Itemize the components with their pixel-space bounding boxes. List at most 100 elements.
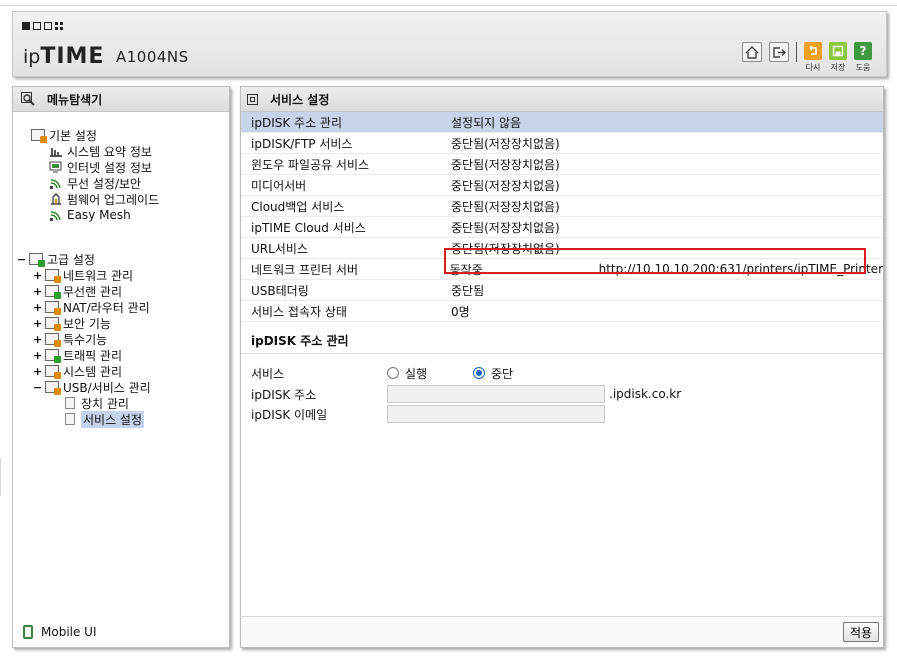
tree-item-nat[interactable]: + NAT/라우터 관리 [33, 299, 150, 315]
phone-icon [23, 625, 33, 639]
tree-item-system[interactable]: + 시스템 관리 [33, 363, 122, 379]
radio-run-label: 실행 [405, 366, 428, 381]
row-name: 미디어서버 [251, 178, 307, 193]
tree-item-device-manage[interactable]: 장치 관리 [65, 395, 129, 411]
tree-item-label: 시스템 요약 정보 [67, 144, 152, 159]
mesh-icon [49, 209, 63, 221]
tree-item-label: 무선랜 관리 [63, 284, 123, 299]
expand-icon[interactable]: + [33, 365, 42, 378]
expand-icon[interactable]: + [33, 301, 42, 314]
collapse-icon[interactable]: − [33, 381, 42, 394]
ipdisk-email-input[interactable] [387, 405, 605, 423]
folder-icon [29, 253, 45, 267]
radio-stop[interactable]: 중단 [473, 365, 513, 382]
tree-basic-settings[interactable]: 기본 설정 [31, 127, 97, 143]
table-row[interactable]: 윈도우 파일공유 서비스 중단됨(저장장치없음) [241, 154, 883, 175]
tree-basic-label: 기본 설정 [49, 128, 97, 143]
table-row[interactable]: ipDISK 주소 관리 설정되지 않음 [241, 112, 883, 133]
row-status: 중단됨(저장장치없음) [451, 136, 560, 151]
tree-item-system-summary[interactable]: 시스템 요약 정보 [49, 143, 152, 159]
row-status: 중단됨(저장장치없음) [451, 178, 560, 193]
tree-advanced-settings[interactable]: − 고급 설정 [17, 251, 95, 267]
menu-explorer-header: 메뉴탐색기 [13, 87, 229, 112]
radio-run[interactable]: 실행 [387, 365, 473, 382]
action-bar: 적용 [241, 616, 883, 647]
row-name: USB테더링 [251, 283, 309, 298]
tree-item-label: Easy Mesh [67, 208, 131, 222]
collapse-icon[interactable]: − [17, 253, 26, 266]
ipdisk-address-input[interactable] [387, 385, 605, 403]
tree-item-traffic[interactable]: + 트래픽 관리 [33, 347, 122, 363]
service-settings-header: 서비스 설정 [241, 87, 883, 112]
tree-advanced-label: 고급 설정 [47, 252, 95, 267]
save-button[interactable]: 저장 [829, 42, 847, 73]
network-icon [45, 269, 61, 283]
tree-item-wireless[interactable]: 무선 설정/보안 [49, 175, 141, 191]
save-icon [829, 42, 847, 60]
tree-item-service-settings[interactable]: 서비스 설정 [65, 410, 145, 428]
row-name: 네트워크 프린터 서버 [251, 262, 358, 277]
tree-item-easy-mesh[interactable]: Easy Mesh [49, 207, 131, 223]
expand-icon[interactable]: + [33, 333, 42, 346]
undo-button[interactable]: 다시 [804, 42, 822, 73]
tree-item-label-selected: 서비스 설정 [81, 410, 145, 428]
table-row[interactable]: 서비스 접속자 상태 0명 [241, 301, 883, 322]
monitor-icon [49, 161, 63, 173]
save-label: 저장 [830, 63, 846, 72]
help-icon: ? [854, 42, 872, 60]
brand-logo: ipTIME [23, 44, 104, 69]
logout-icon [773, 46, 786, 58]
expand-icon[interactable]: + [33, 317, 42, 330]
tree-item-label: 무선 설정/보안 [67, 176, 142, 191]
tree-item-security[interactable]: + 보안 기능 [33, 315, 111, 331]
window-icon [247, 93, 258, 105]
help-label: 도움 [855, 63, 871, 72]
tree-item-wlan[interactable]: + 무선랜 관리 [33, 283, 122, 299]
window-squares-icon [22, 22, 63, 30]
tree-item-label: USB/서비스 관리 [63, 380, 151, 395]
table-row[interactable]: USB테더링 중단됨 [241, 280, 883, 301]
home-button[interactable] [742, 42, 762, 62]
expand-icon[interactable]: + [33, 285, 42, 298]
expand-icon[interactable]: + [33, 349, 42, 362]
tree-item-label: 트래픽 관리 [63, 348, 123, 363]
mobile-ui-label: Mobile UI [41, 625, 97, 639]
tree-item-network[interactable]: + 네트워크 관리 [33, 267, 133, 283]
menu-explorer-panel: 메뉴탐색기 기본 설정 시스템 요약 정보 인터넷 설정 정보 무선 설정/보안… [12, 86, 230, 648]
tree-item-internet-info[interactable]: 인터넷 설정 정보 [49, 159, 152, 175]
radio-stop-icon[interactable] [473, 367, 485, 379]
highlight-box [444, 248, 866, 274]
table-row[interactable]: ipTIME Cloud 서비스 중단됨(저장장치없음) [241, 217, 883, 238]
row-name: 서비스 접속자 상태 [251, 304, 347, 319]
help-button[interactable]: ? 도움 [854, 42, 872, 73]
header-bar: ipTIME A1004NS 다시 저장 ? 도움 [12, 11, 887, 77]
usb-icon [45, 381, 61, 395]
logout-button[interactable] [769, 42, 789, 62]
domain-suffix: .ipdisk.co.kr [609, 387, 682, 401]
ipdisk-service-row: 서비스 실행 중단 [251, 363, 513, 383]
ipdisk-email-row: ipDISK 이메일 [251, 404, 327, 424]
model-name: A1004NS [116, 48, 189, 66]
row-status: 중단됨(저장장치없음) [451, 220, 560, 235]
special-icon [45, 333, 61, 347]
folder-icon [31, 129, 47, 143]
tree-item-usb-service[interactable]: − USB/서비스 관리 [33, 379, 151, 395]
page-title: 서비스 설정 [270, 92, 330, 107]
table-row[interactable]: Cloud백업 서비스 중단됨(저장장치없음) [241, 196, 883, 217]
lock-icon [45, 317, 61, 331]
wireless-icon [49, 177, 63, 189]
table-row[interactable]: ipDISK/FTP 서비스 중단됨(저장장치없음) [241, 133, 883, 154]
tree-item-firmware[interactable]: 펌웨어 업그레이드 [49, 191, 159, 207]
radio-run-icon[interactable] [387, 367, 399, 379]
tree-item-label: 네트워크 관리 [63, 268, 134, 283]
table-row[interactable]: 미디어서버 중단됨(저장장치없음) [241, 175, 883, 196]
magnifier-icon [21, 92, 35, 106]
address-label: ipDISK 주소 [251, 387, 317, 402]
wireless-icon [45, 285, 61, 299]
mobile-ui-link[interactable]: Mobile UI [23, 625, 97, 639]
tree-item-special[interactable]: + 특수기능 [33, 331, 107, 347]
row-name: ipDISK/FTP 서비스 [251, 136, 353, 151]
expand-icon[interactable]: + [33, 269, 42, 282]
apply-button[interactable]: 적용 [843, 622, 879, 642]
row-status: 설정되지 않음 [451, 115, 522, 130]
